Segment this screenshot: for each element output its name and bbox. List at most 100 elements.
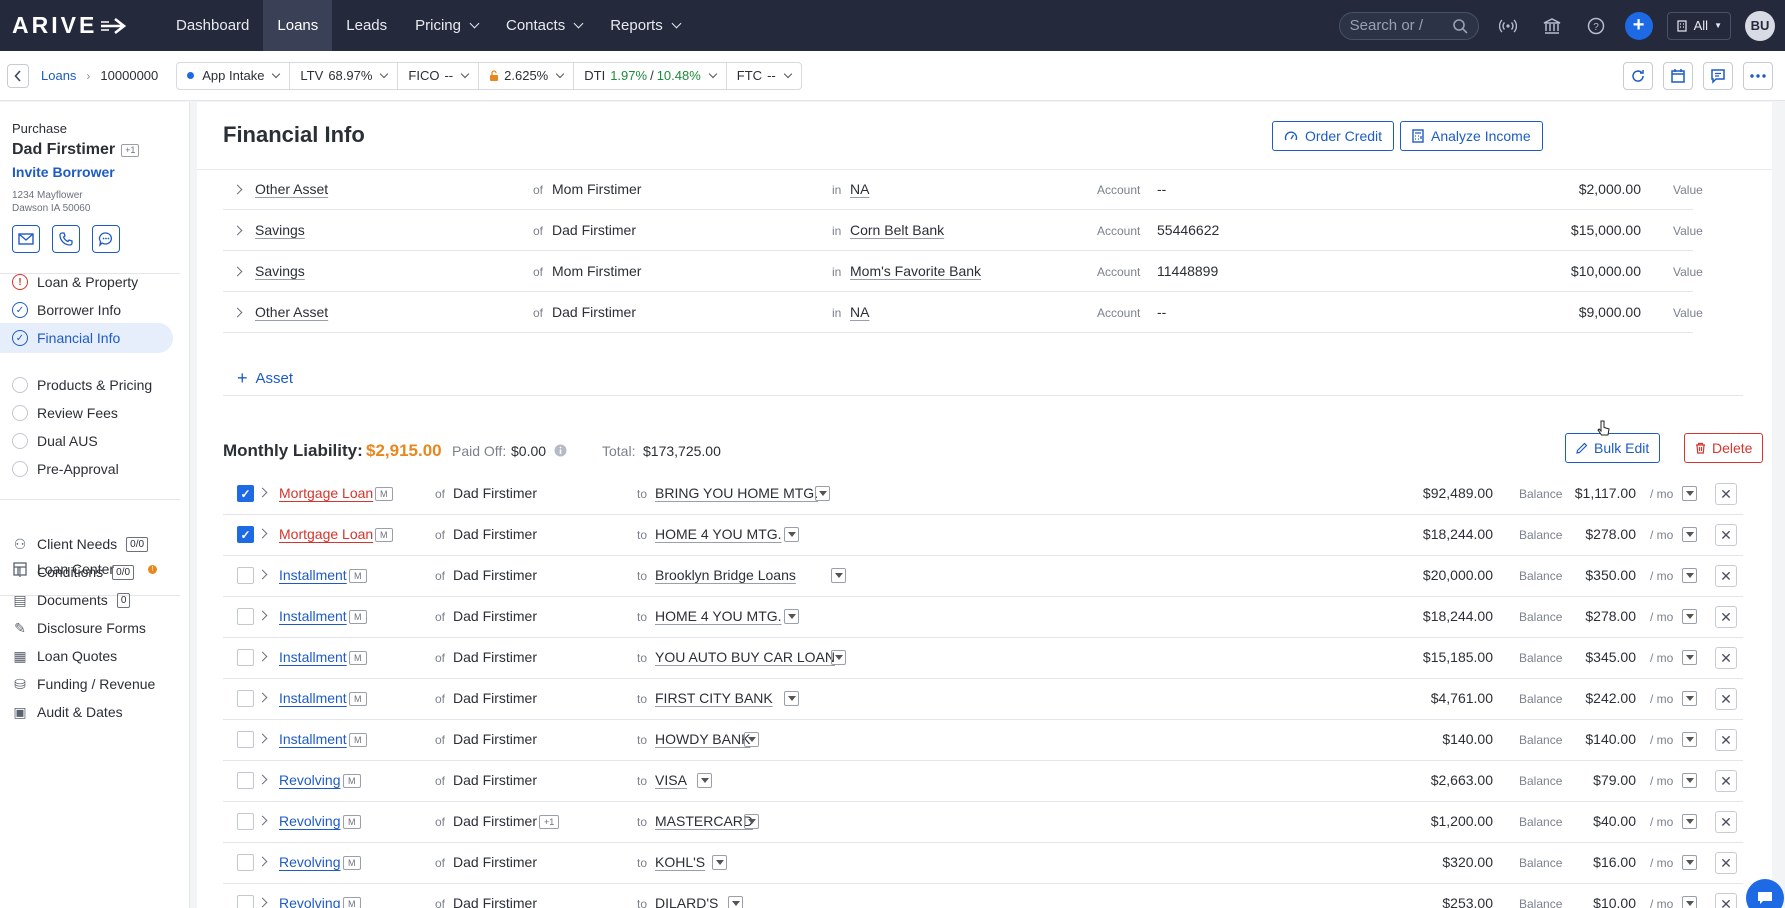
- sidebar-item-products-pricing[interactable]: Products & Pricing: [0, 370, 173, 400]
- liability-type[interactable]: Mortgage Loan: [279, 485, 373, 501]
- sidebar-item-documents[interactable]: ▤ Documents 0: [0, 585, 173, 615]
- creditor-dropdown-icon[interactable]: [783, 691, 799, 706]
- payment-dropdown-icon[interactable]: [1682, 732, 1697, 747]
- creditor-dropdown-icon[interactable]: [712, 855, 728, 870]
- creditor-dropdown-icon[interactable]: [783, 527, 799, 542]
- liability-type[interactable]: Installment: [279, 731, 347, 747]
- expand-chevron-icon[interactable]: [257, 815, 268, 826]
- breadcrumb-loans[interactable]: Loans: [41, 68, 76, 83]
- asset-institution[interactable]: NA: [850, 304, 869, 320]
- creditor-dropdown-icon[interactable]: [744, 814, 759, 829]
- sidebar-item-financial-info[interactable]: ✓ Financial Info: [0, 323, 173, 353]
- sidebar-item-audit-dates[interactable]: ▣ Audit & Dates: [0, 697, 173, 727]
- broadcast-icon[interactable]: [1493, 11, 1523, 41]
- row-checkbox[interactable]: [237, 649, 254, 666]
- email-button[interactable]: [12, 225, 40, 253]
- expand-chevron-icon[interactable]: [232, 307, 243, 318]
- sidebar-item-loan-quotes[interactable]: ▦ Loan Quotes: [0, 641, 173, 671]
- chat-support-button[interactable]: [1746, 879, 1784, 908]
- nav-item-leads[interactable]: Leads: [332, 0, 401, 51]
- help-icon[interactable]: ?: [1581, 11, 1611, 41]
- creditor-name[interactable]: VISA: [655, 772, 687, 788]
- liability-type[interactable]: Revolving: [279, 813, 340, 829]
- creditor-name[interactable]: DILARD'S: [655, 895, 718, 908]
- liability-type[interactable]: Revolving: [279, 895, 340, 908]
- calendar-button[interactable]: [1663, 62, 1693, 90]
- stage-select[interactable]: App Intake: [177, 61, 291, 90]
- expand-chevron-icon[interactable]: [257, 651, 268, 662]
- expand-chevron-icon[interactable]: [257, 733, 268, 744]
- liability-type[interactable]: Mortgage Loan: [279, 526, 373, 542]
- remove-row-button[interactable]: ✕: [1715, 729, 1737, 751]
- user-avatar[interactable]: BU: [1745, 10, 1775, 41]
- asset-type[interactable]: Other Asset: [255, 181, 328, 197]
- remove-row-button[interactable]: ✕: [1715, 483, 1737, 505]
- liability-row[interactable]: Installment Mof Dad Firstimer to HOME 4 YOU …: [223, 597, 1743, 638]
- remove-row-button[interactable]: ✕: [1715, 606, 1737, 628]
- ftc-metric[interactable]: FTC --: [727, 62, 801, 90]
- info-icon[interactable]: [554, 444, 567, 460]
- liability-row[interactable]: Installment Mof Dad Firstimer to FIRST CITY …: [223, 679, 1743, 720]
- row-checkbox[interactable]: [237, 772, 254, 789]
- liability-type[interactable]: Revolving: [279, 772, 340, 788]
- creditor-dropdown-icon[interactable]: [728, 896, 744, 908]
- payment-dropdown-icon[interactable]: [1682, 650, 1697, 665]
- sidebar-item-borrower-info[interactable]: ✓ Borrower Info: [0, 295, 173, 325]
- expand-chevron-icon[interactable]: [257, 528, 268, 539]
- scope-select[interactable]: All ▼: [1666, 11, 1731, 40]
- borrower-name[interactable]: Dad Firstimer +1: [12, 141, 140, 159]
- remove-row-button[interactable]: ✕: [1715, 770, 1737, 792]
- sidebar-item-loan-property[interactable]: ! Loan & Property: [0, 267, 173, 297]
- asset-row[interactable]: Other Asset of Mom Firstimer in NA Account -- $…: [223, 169, 1703, 210]
- liability-type[interactable]: Revolving: [279, 854, 340, 870]
- row-checkbox[interactable]: [237, 608, 254, 625]
- expand-chevron-icon[interactable]: [257, 774, 268, 785]
- creditor-name[interactable]: MASTERCARD: [655, 813, 753, 829]
- liability-row[interactable]: Installment Mof Dad Firstimer to HOWDY BANK $…: [223, 720, 1743, 761]
- create-new-button[interactable]: +: [1624, 11, 1653, 40]
- fico-metric[interactable]: FICO --: [398, 61, 480, 90]
- row-checkbox[interactable]: ✓: [237, 526, 254, 543]
- remove-row-button[interactable]: ✕: [1715, 524, 1737, 546]
- back-button[interactable]: [7, 63, 29, 88]
- expand-chevron-icon[interactable]: [232, 184, 243, 195]
- global-search-input[interactable]: Search or /: [1338, 11, 1479, 40]
- nav-item-pricing[interactable]: Pricing: [401, 0, 492, 51]
- expand-chevron-icon[interactable]: [232, 266, 243, 277]
- liability-type[interactable]: Installment: [279, 649, 347, 665]
- row-checkbox[interactable]: [237, 690, 254, 707]
- expand-chevron-icon[interactable]: [257, 856, 268, 867]
- creditor-dropdown-icon[interactable]: [696, 773, 712, 788]
- asset-institution[interactable]: NA: [850, 181, 869, 197]
- expand-chevron-icon[interactable]: [257, 569, 268, 580]
- liability-row[interactable]: ✓ Mortgage Loan Mof Dad Firstimer to HOME 4 Y…: [223, 515, 1743, 556]
- liability-row[interactable]: Installment Mof Dad Firstimer to YOU AUTO BU…: [223, 638, 1743, 679]
- sidebar-item-pre-approval[interactable]: Pre-Approval: [0, 454, 173, 484]
- nav-item-contacts[interactable]: Contacts: [492, 0, 596, 51]
- expand-chevron-icon[interactable]: [257, 692, 268, 703]
- ltv-metric[interactable]: LTV 68.97%: [290, 61, 399, 90]
- row-checkbox[interactable]: [237, 895, 254, 908]
- liability-type[interactable]: Installment: [279, 690, 347, 706]
- payment-dropdown-icon[interactable]: [1682, 486, 1697, 501]
- remove-row-button[interactable]: ✕: [1715, 811, 1737, 833]
- asset-institution[interactable]: Corn Belt Bank: [850, 222, 944, 238]
- asset-type[interactable]: Savings: [255, 263, 305, 279]
- payment-dropdown-icon[interactable]: [1682, 896, 1697, 908]
- sidebar-item-disclosure-forms[interactable]: ✎ Disclosure Forms: [0, 613, 173, 643]
- creditor-name[interactable]: BRING YOU HOME MTG.: [655, 485, 818, 501]
- analyze-income-button[interactable]: Analyze Income: [1400, 121, 1543, 151]
- liability-type[interactable]: Installment: [279, 567, 347, 583]
- bulk-edit-button[interactable]: Bulk Edit: [1565, 433, 1661, 463]
- arive-logo[interactable]: ARIVE: [12, 12, 162, 39]
- sidebar-item-dual-aus[interactable]: Dual AUS: [0, 426, 173, 456]
- remove-row-button[interactable]: ✕: [1715, 565, 1737, 587]
- sidebar-item-funding-revenue[interactable]: ⛁ Funding / Revenue: [0, 669, 173, 699]
- expand-chevron-icon[interactable]: [257, 897, 268, 908]
- comments-button[interactable]: [1703, 62, 1733, 90]
- sidebar-item-review-fees[interactable]: Review Fees: [0, 398, 173, 428]
- dti-metric[interactable]: DTI 1.97%/10.48%: [574, 61, 727, 90]
- more-options-button[interactable]: [1743, 62, 1773, 90]
- creditor-dropdown-icon[interactable]: [830, 568, 846, 583]
- liability-row[interactable]: Revolving Mof Dad Firstimer to VISA $2,663.00…: [223, 761, 1743, 802]
